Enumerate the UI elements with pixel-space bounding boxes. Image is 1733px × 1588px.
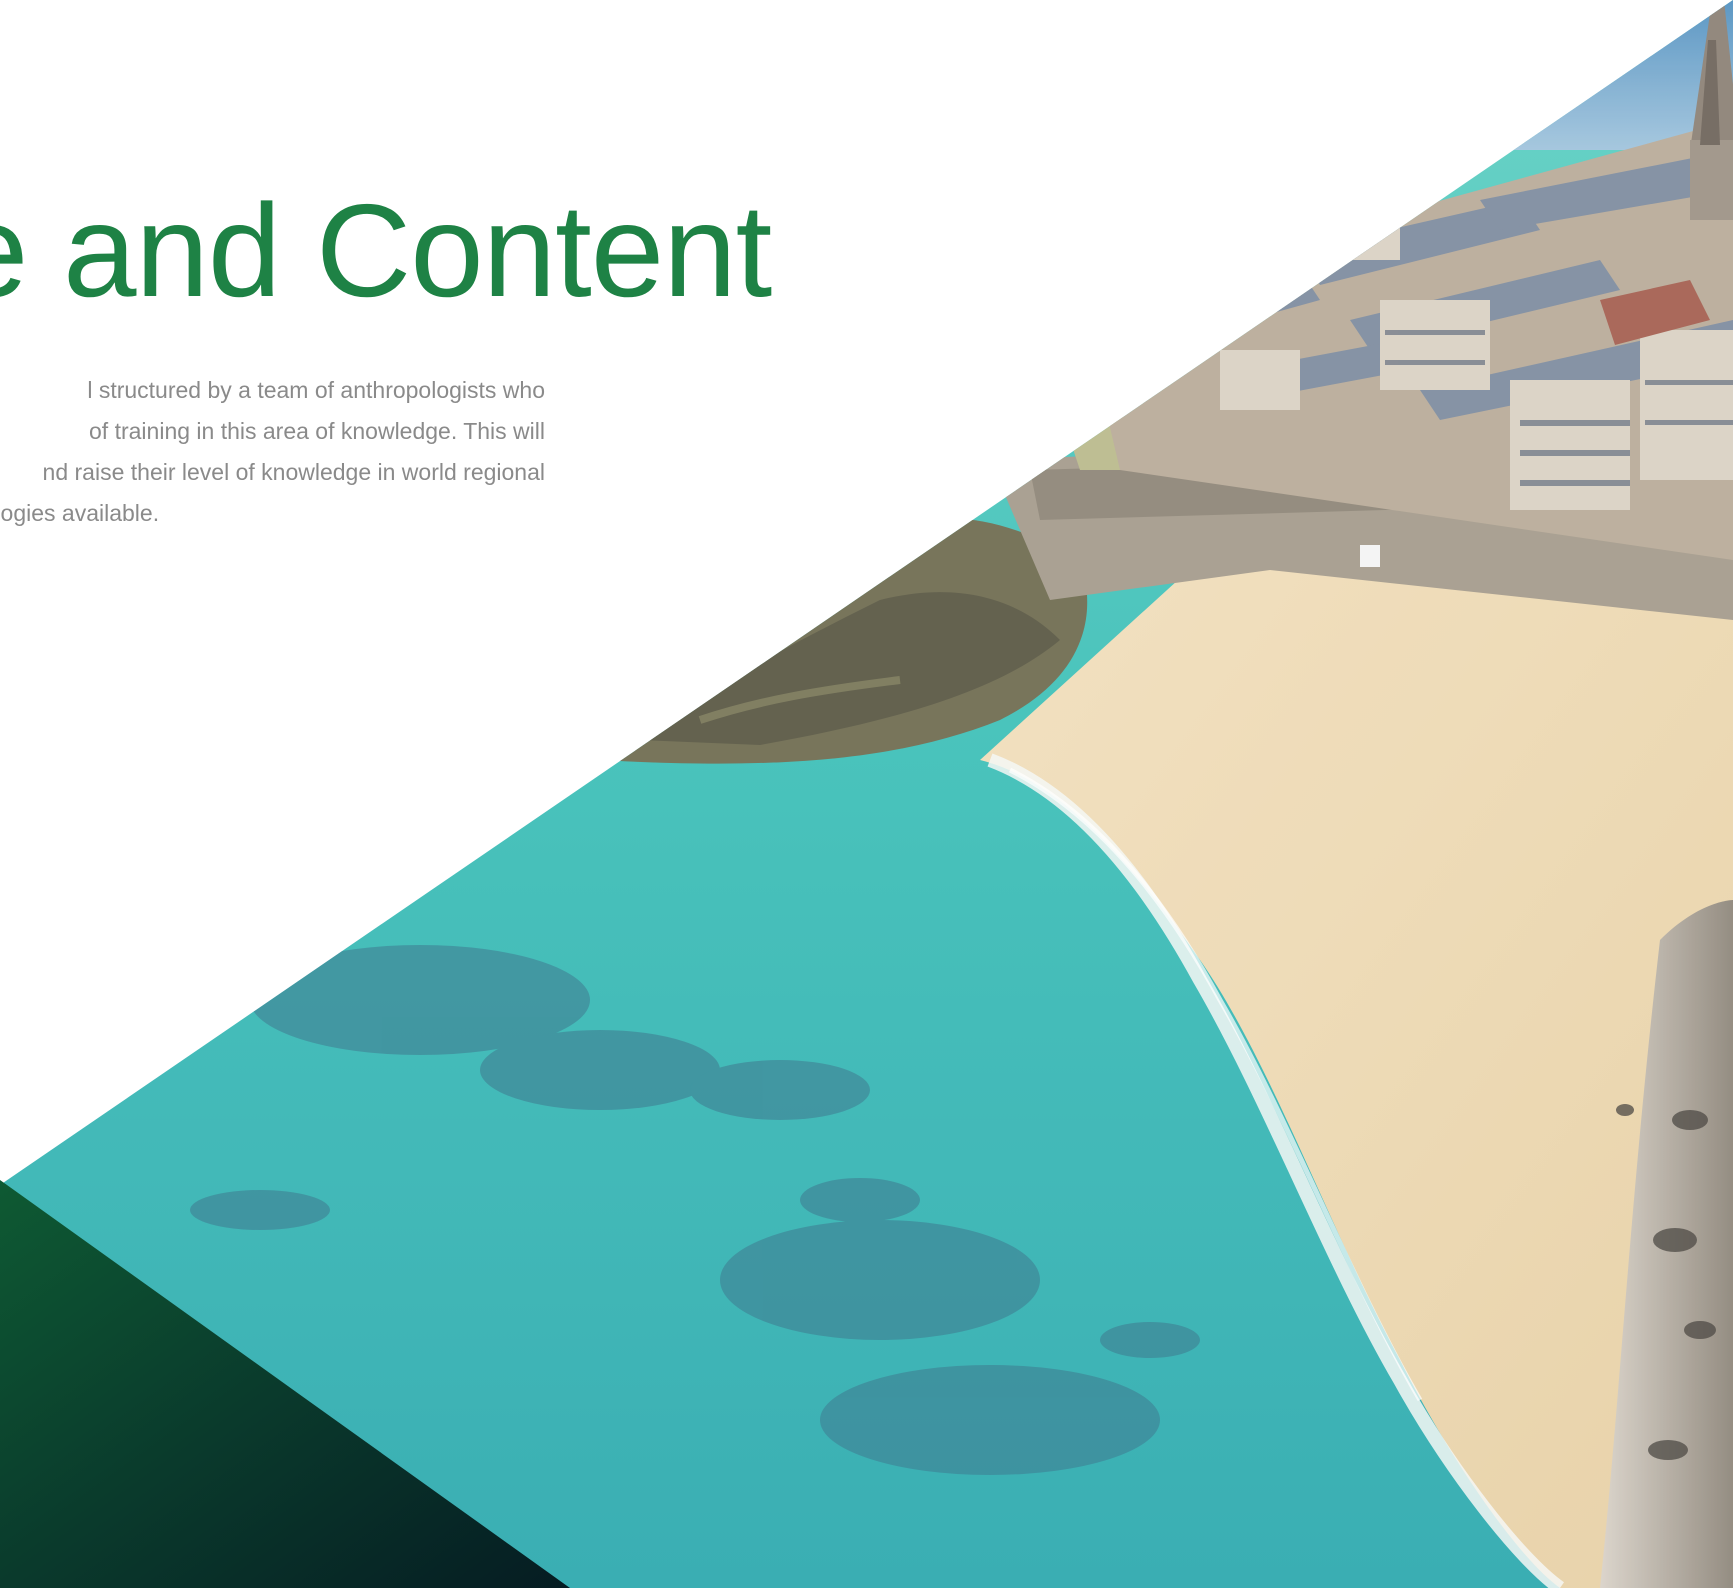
page: re and Content l structured by a team of…: [0, 0, 1733, 1588]
section-description: l structured by a team of anthropologist…: [0, 370, 560, 540]
description-line: tional technologies available.: [0, 500, 160, 526]
description-line: of training in this area of knowledge. T…: [89, 418, 545, 444]
description-line: l structured by a team of anthropologist…: [87, 377, 545, 403]
description-line: nd raise their level of knowledge in wor…: [42, 459, 545, 485]
section-heading: re and Content: [0, 177, 772, 324]
